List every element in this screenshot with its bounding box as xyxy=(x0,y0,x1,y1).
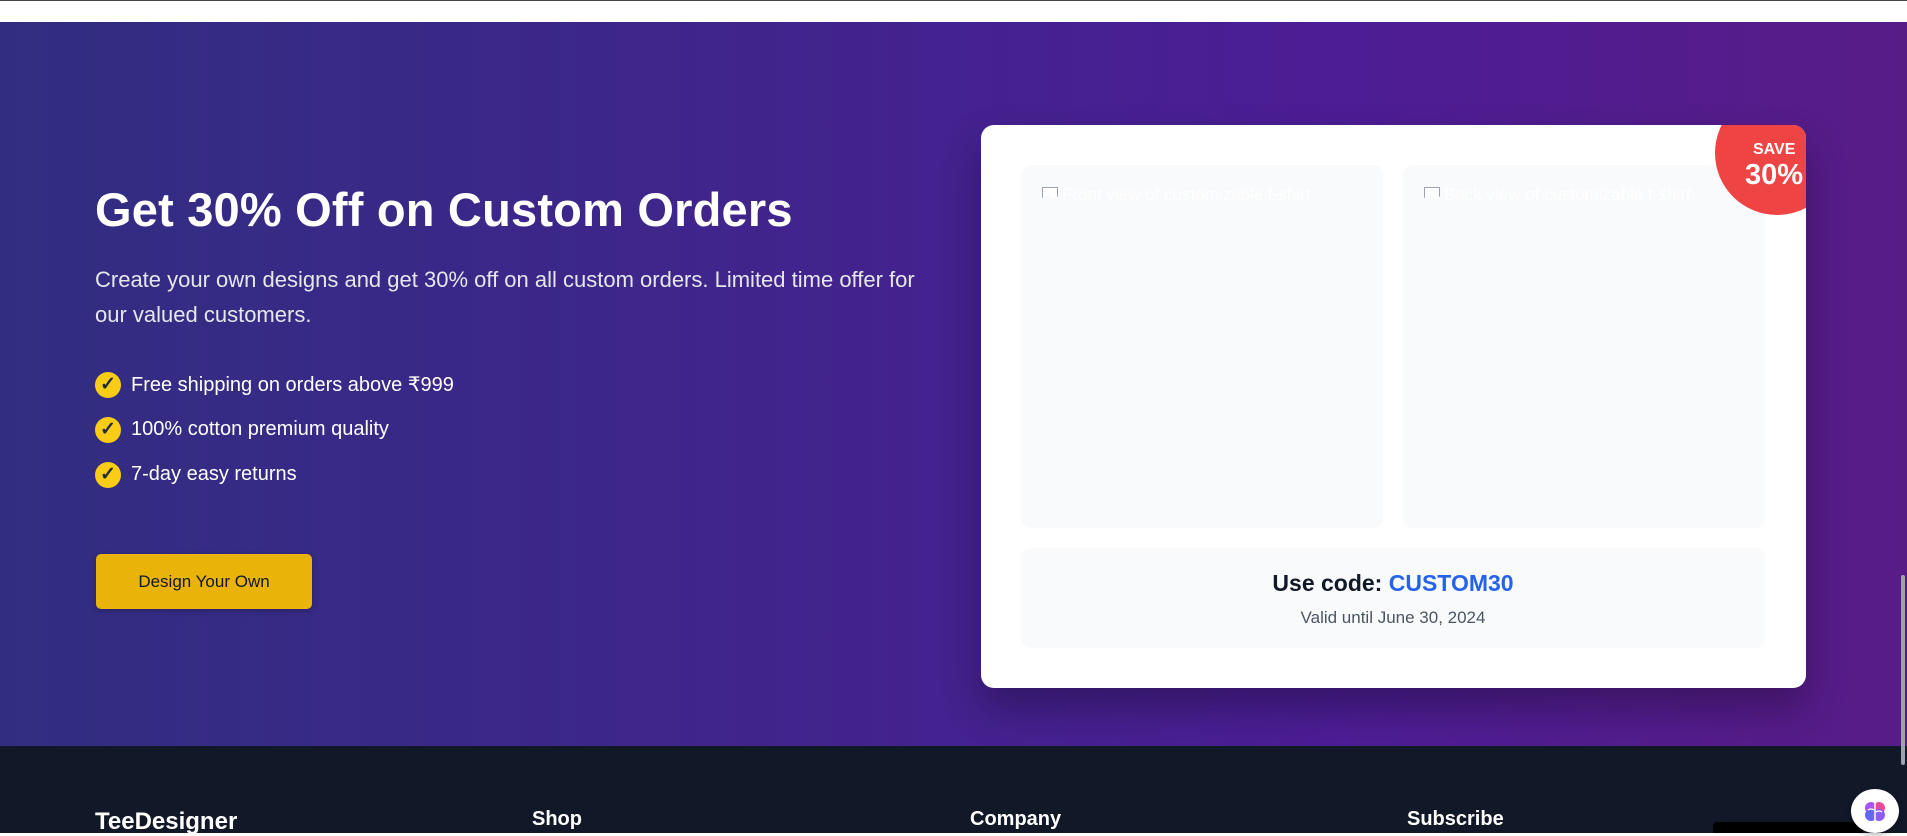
footer-brand[interactable]: TeeDesigner xyxy=(95,808,237,836)
promo-code-box: Use code: CUSTOM30 Valid until June 30, … xyxy=(1021,548,1765,648)
footer-heading-company: Company xyxy=(970,808,1062,830)
offer-card: Front view of customizable t-shirt Back … xyxy=(981,125,1806,688)
footer-heading-shop: Shop xyxy=(532,808,582,830)
browser-top-edge xyxy=(0,0,1907,22)
design-your-own-button[interactable]: Design Your Own xyxy=(96,554,312,609)
assistant-button[interactable] xyxy=(1851,789,1899,833)
promo-section: Get 30% Off on Custom Orders Create your… xyxy=(0,22,1907,746)
benefit-item: ✓ 100% cotton premium quality xyxy=(95,407,454,452)
site-footer: TeeDesigner Shop Company Subscribe xyxy=(0,746,1907,836)
scrollbar[interactable] xyxy=(1897,0,1907,833)
save-badge-value: 30% xyxy=(1745,159,1804,191)
save-badge-label: SAVE xyxy=(1753,141,1796,158)
promo-description: Create your own designs and get 30% off … xyxy=(95,267,915,327)
benefit-text: 7-day easy returns xyxy=(131,463,297,485)
benefit-item: ✓ 7-day easy returns xyxy=(95,452,454,497)
back-tshirt-image: Back view of customizable t-shirt xyxy=(1403,165,1765,528)
benefit-text: 100% cotton premium quality xyxy=(131,418,389,440)
benefits-list: ✓ Free shipping on orders above ₹999 ✓ 1… xyxy=(95,362,454,497)
benefit-item: ✓ Free shipping on orders above ₹999 xyxy=(95,362,454,407)
front-image-alt-text: Front view of customizable t-shirt xyxy=(1062,185,1311,204)
check-icon: ✓ xyxy=(95,416,121,443)
valid-until-text: Valid until June 30, 2024 xyxy=(1300,608,1486,627)
check-icon: ✓ xyxy=(95,371,121,398)
brain-icon xyxy=(1865,802,1885,821)
promo-code-line: Use code: CUSTOM30 xyxy=(1021,570,1765,597)
front-tshirt-image: Front view of customizable t-shirt xyxy=(1021,165,1383,528)
promo-code-label: Use code: xyxy=(1272,570,1383,596)
broken-image-icon xyxy=(1423,185,1441,205)
check-icon: ✓ xyxy=(95,461,121,488)
footer-heading-subscribe: Subscribe xyxy=(1407,808,1504,830)
promo-title: Get 30% Off on Custom Orders xyxy=(95,183,793,236)
benefit-text: Free shipping on orders above ₹999 xyxy=(131,374,454,396)
back-image-alt-text: Back view of customizable t-shirt xyxy=(1444,185,1691,204)
broken-image-icon xyxy=(1041,185,1059,205)
scrollbar-thumb[interactable] xyxy=(1901,575,1905,765)
overlay-strip xyxy=(1713,822,1863,833)
promo-code[interactable]: CUSTOM30 xyxy=(1389,570,1514,596)
